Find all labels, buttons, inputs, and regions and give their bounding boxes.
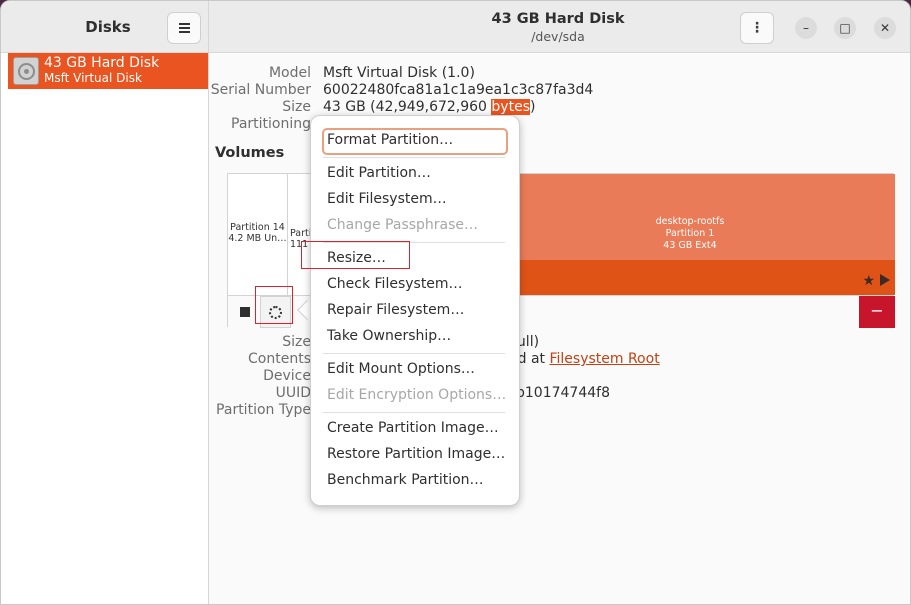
partition-number: Partition 1 <box>665 228 715 239</box>
menu-item-format-partition[interactable]: Format Partition… <box>327 132 453 148</box>
model-label: Model <box>268 65 311 81</box>
vol-device-label: Device <box>263 368 311 384</box>
menu-separator <box>323 353 505 354</box>
size-label: Size <box>282 99 311 115</box>
partition-content-bar[interactable] <box>510 260 895 295</box>
vol-contents-label: Contents <box>248 351 311 367</box>
volumes-title: Volumes <box>215 145 285 161</box>
partition-desc: 43 GB Ext4 <box>663 240 717 251</box>
filesystem-root-link[interactable]: Filesystem Root <box>549 351 659 367</box>
partition-14[interactable]: Partition 14 4.2 MB Un… <box>228 174 288 295</box>
menu-item-edit-mount-options[interactable]: Edit Mount Options… <box>327 361 475 377</box>
maximize-button[interactable]: □ <box>834 17 856 39</box>
header-bar: 43 GB Hard Disk /dev/sda ⋮ – □ ✕ <box>209 1 910 53</box>
vol-contents-value: ed at Filesystem Root <box>509 351 660 367</box>
vol-uuid-value: b10174744f8 <box>516 385 610 401</box>
delete-partition-button[interactable]: − <box>859 296 895 328</box>
menu-item-edit-encryption-options: Edit Encryption Options… <box>327 387 507 403</box>
disks-window: Disks 43 GB Hard Disk Msft Virtual Disk … <box>0 0 911 605</box>
menu-item-edit-filesystem[interactable]: Edit Filesystem… <box>327 191 447 207</box>
vol-partition-type-label: Partition Type <box>216 402 311 418</box>
sidebar-item-disk[interactable]: 43 GB Hard Disk Msft Virtual Disk <box>8 53 208 89</box>
menu-item-create-partition-image[interactable]: Create Partition Image… <box>327 420 499 436</box>
drive-options-button[interactable]: ⋮ <box>740 12 774 44</box>
disk-name: 43 GB Hard Disk <box>44 55 160 71</box>
main-menu-button[interactable] <box>167 12 201 44</box>
menu-item-take-ownership[interactable]: Take Ownership… <box>327 328 451 344</box>
play-icon <box>880 274 890 286</box>
minimize-button[interactable]: – <box>795 17 817 39</box>
serial-value: 60022480fca81a1c1a9ea1c3c87fa3d4 <box>323 82 594 98</box>
partition-label: desktop-rootfs <box>655 216 725 227</box>
annotation-box-gear <box>255 286 293 324</box>
hamburger-icon <box>178 27 190 29</box>
sidebar-header: Disks <box>1 1 208 53</box>
partition-menu: Format Partition… Edit Partition… Edit Fil… <box>310 115 520 506</box>
annotation-box-resize <box>301 241 410 269</box>
menu-item-benchmark-partition[interactable]: Benchmark Partition… <box>327 472 484 488</box>
selected-text: bytes <box>491 99 530 115</box>
model-value: Msft Virtual Disk (1.0) <box>323 65 475 81</box>
menu-item-edit-partition[interactable]: Edit Partition… <box>327 165 431 181</box>
partition-1[interactable]: desktop-rootfs Partition 1 43 GB Ext4 ★ <box>510 174 895 295</box>
disk-model: Msft Virtual Disk <box>44 71 142 85</box>
menu-item-restore-partition-image[interactable]: Restore Partition Image… <box>327 446 505 462</box>
menu-item-change-passphrase: Change Passphrase… <box>327 217 479 233</box>
vol-uuid-label: UUID <box>275 385 311 401</box>
menu-separator <box>323 157 505 158</box>
partitioning-label: Partitioning <box>231 116 311 132</box>
menu-item-repair-filesystem[interactable]: Repair Filesystem… <box>327 302 464 318</box>
serial-label: Serial Number <box>210 82 311 98</box>
menu-separator <box>323 412 505 413</box>
size-value: 43 GB (42,949,672,960 bytes) <box>323 99 536 115</box>
close-button[interactable]: ✕ <box>874 17 896 39</box>
menu-item-check-filesystem[interactable]: Check Filesystem… <box>327 276 463 292</box>
stop-icon[interactable] <box>240 307 250 317</box>
star-icon: ★ <box>862 273 875 289</box>
hard-disk-icon <box>13 57 39 85</box>
vol-size-label: Size <box>282 334 311 350</box>
sidebar: Disks 43 GB Hard Disk Msft Virtual Disk <box>1 1 209 604</box>
